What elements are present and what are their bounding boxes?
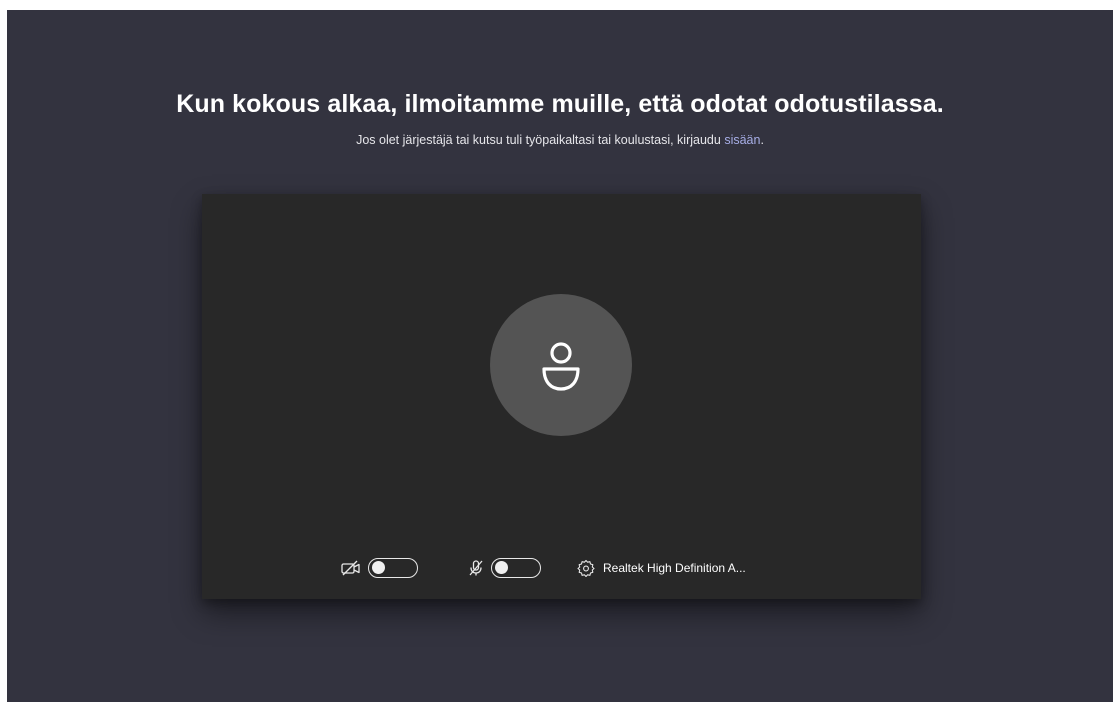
prejoin-screen: Kun kokous alkaa, ilmoitamme muille, ett… xyxy=(7,10,1113,702)
camera-control xyxy=(340,553,418,583)
camera-toggle-knob xyxy=(372,561,385,574)
device-controls: Realtek High Definition A... xyxy=(202,553,921,583)
mic-off-icon xyxy=(467,559,485,577)
microphone-toggle-knob xyxy=(495,561,508,574)
signin-link[interactable]: sisään xyxy=(724,133,760,147)
gear-icon xyxy=(577,559,595,578)
signin-hint-end: . xyxy=(760,133,764,147)
microphone-toggle[interactable] xyxy=(491,558,541,578)
audio-device-label: Realtek High Definition A... xyxy=(603,561,746,575)
person-icon xyxy=(542,342,580,391)
device-settings-button[interactable]: Realtek High Definition A... xyxy=(577,553,746,583)
video-preview: Realtek High Definition A... xyxy=(202,194,921,599)
microphone-control xyxy=(467,553,541,583)
camera-toggle[interactable] xyxy=(368,558,418,578)
page-title: Kun kokous alkaa, ilmoitamme muille, ett… xyxy=(176,90,944,118)
signin-hint: Jos olet järjestäjä tai kutsu tuli työpa… xyxy=(7,133,1113,147)
avatar xyxy=(490,294,632,436)
signin-hint-text: Jos olet järjestäjä tai kutsu tuli työpa… xyxy=(356,133,725,147)
camera-off-icon xyxy=(340,559,362,577)
